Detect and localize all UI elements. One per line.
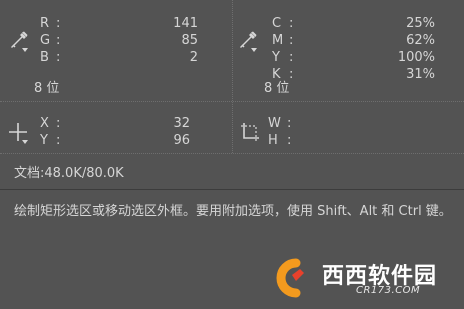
- x-label: X: [40, 116, 50, 131]
- x-value: 32: [173, 116, 190, 131]
- cmyk-sampler-dropdown-caret[interactable]: [251, 48, 257, 52]
- m-colon: :: [289, 33, 294, 48]
- y-cmyk-label: Y: [272, 50, 281, 65]
- y-colon: :: [56, 133, 61, 148]
- c-value: 25%: [406, 16, 435, 31]
- divider-v1: [232, 0, 233, 153]
- r-value: 141: [173, 16, 198, 31]
- cmyk-bit-depth: 8 位: [264, 81, 290, 96]
- m-value: 62%: [406, 33, 435, 48]
- c-colon: :: [289, 16, 294, 31]
- rgb-bit-depth: 8 位: [34, 81, 60, 96]
- separator: [0, 189, 464, 190]
- selection-size-icon: [240, 122, 260, 142]
- k-colon: :: [289, 67, 294, 82]
- b-colon: :: [56, 50, 61, 65]
- y-value: 96: [173, 133, 190, 148]
- k-value: 31%: [406, 67, 435, 82]
- g-colon: :: [56, 33, 61, 48]
- c-label: C: [272, 16, 282, 31]
- r-label: R: [40, 16, 50, 31]
- y-cmyk-colon: :: [289, 50, 294, 65]
- b-label: B: [40, 50, 50, 65]
- r-colon: :: [56, 16, 61, 31]
- document-size: 文档:48.0K/80.0K: [14, 166, 124, 181]
- h-label: H: [268, 133, 279, 148]
- tool-hint: 绘制矩形选区或移动选区外框。要用附加选项，使用 Shift、Alt 和 Ctrl…: [14, 204, 452, 219]
- y-label: Y: [40, 133, 49, 148]
- divider-h2: [0, 153, 464, 154]
- x-colon: :: [56, 116, 61, 131]
- info-panel: R : 141 G : 85 B : 2 8 位 C : 25% M : 62%…: [0, 0, 464, 309]
- watermark-c-icon: [276, 258, 304, 298]
- crosshair-icon[interactable]: [8, 122, 28, 142]
- h-colon: :: [287, 133, 292, 148]
- b-value: 2: [189, 50, 198, 65]
- position-units-dropdown-caret[interactable]: [22, 140, 28, 144]
- g-value: 85: [181, 33, 198, 48]
- watermark-url: CR173.COM: [356, 285, 421, 296]
- m-label: M: [272, 33, 284, 48]
- watermark-logo: 西西软件园 CR173.COM: [266, 257, 446, 299]
- w-colon: :: [287, 116, 292, 131]
- w-label: W: [268, 116, 282, 131]
- y-cmyk-value: 100%: [397, 50, 435, 65]
- rgb-sampler-dropdown-caret[interactable]: [22, 48, 28, 52]
- g-label: G: [40, 33, 51, 48]
